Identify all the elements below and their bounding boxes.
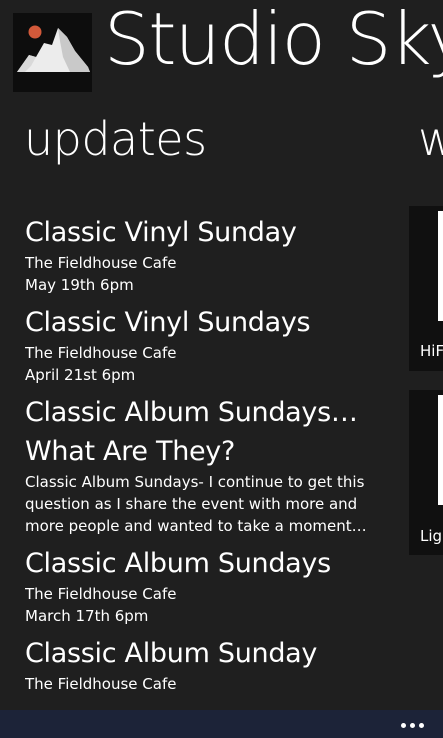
side-tile[interactable]: Ligh — [409, 390, 443, 555]
more-dot-icon — [401, 723, 406, 728]
update-title: Classic Vinyl Sunday — [25, 217, 297, 248]
update-item[interactable]: Classic Album Sundays… What Are They? Cl… — [25, 393, 400, 537]
update-item[interactable]: Classic Vinyl Sunday The Fieldhouse Cafe… — [25, 213, 400, 296]
update-title: Classic Album Sunday — [25, 638, 318, 669]
app-bar — [0, 710, 443, 738]
update-date: April 21st 6pm — [25, 366, 136, 384]
more-dot-icon — [410, 723, 415, 728]
update-title: Classic Vinyl Sundays — [25, 307, 311, 338]
update-excerpt-line: Classic Album Sundays- I continue to get… — [25, 473, 365, 491]
more-options-button[interactable] — [399, 715, 431, 733]
next-section-title-peek[interactable]: w — [418, 112, 443, 167]
side-tile-label: HiF — [420, 342, 443, 360]
update-title-line: What Are They? — [25, 436, 236, 467]
side-tile-label: Ligh — [420, 527, 443, 545]
update-date: March 17th 6pm — [25, 607, 149, 625]
update-venue: The Fieldhouse Cafe — [25, 344, 177, 362]
update-item[interactable]: Classic Album Sunday The Fieldhouse Cafe — [25, 634, 400, 695]
side-tile[interactable]: HiF — [409, 206, 443, 371]
updates-list: Classic Vinyl Sunday The Fieldhouse Cafe… — [25, 213, 400, 710]
update-item[interactable]: Classic Album Sundays The Fieldhouse Caf… — [25, 544, 400, 627]
app-header: Studio Sky — [0, 0, 443, 100]
mountain-logo-icon — [17, 25, 90, 72]
more-dot-icon — [419, 723, 424, 728]
side-tile-image — [438, 211, 443, 321]
update-venue: The Fieldhouse Cafe — [25, 675, 177, 693]
update-excerpt-line: more people and wanted to take a moment… — [25, 517, 367, 535]
app-logo — [13, 13, 92, 92]
update-excerpt-line: question as I share the event with more … — [25, 495, 358, 513]
update-venue: The Fieldhouse Cafe — [25, 254, 177, 272]
update-item[interactable]: Classic Vinyl Sundays The Fieldhouse Caf… — [25, 303, 400, 386]
app-title: Studio Sky — [104, 0, 443, 81]
update-date: May 19th 6pm — [25, 276, 134, 294]
update-venue: The Fieldhouse Cafe — [25, 585, 177, 603]
side-tile-image — [438, 395, 443, 505]
update-title-line: Classic Album Sundays… — [25, 397, 358, 428]
section-title: updates — [24, 112, 207, 166]
update-title: Classic Album Sundays — [25, 548, 331, 579]
